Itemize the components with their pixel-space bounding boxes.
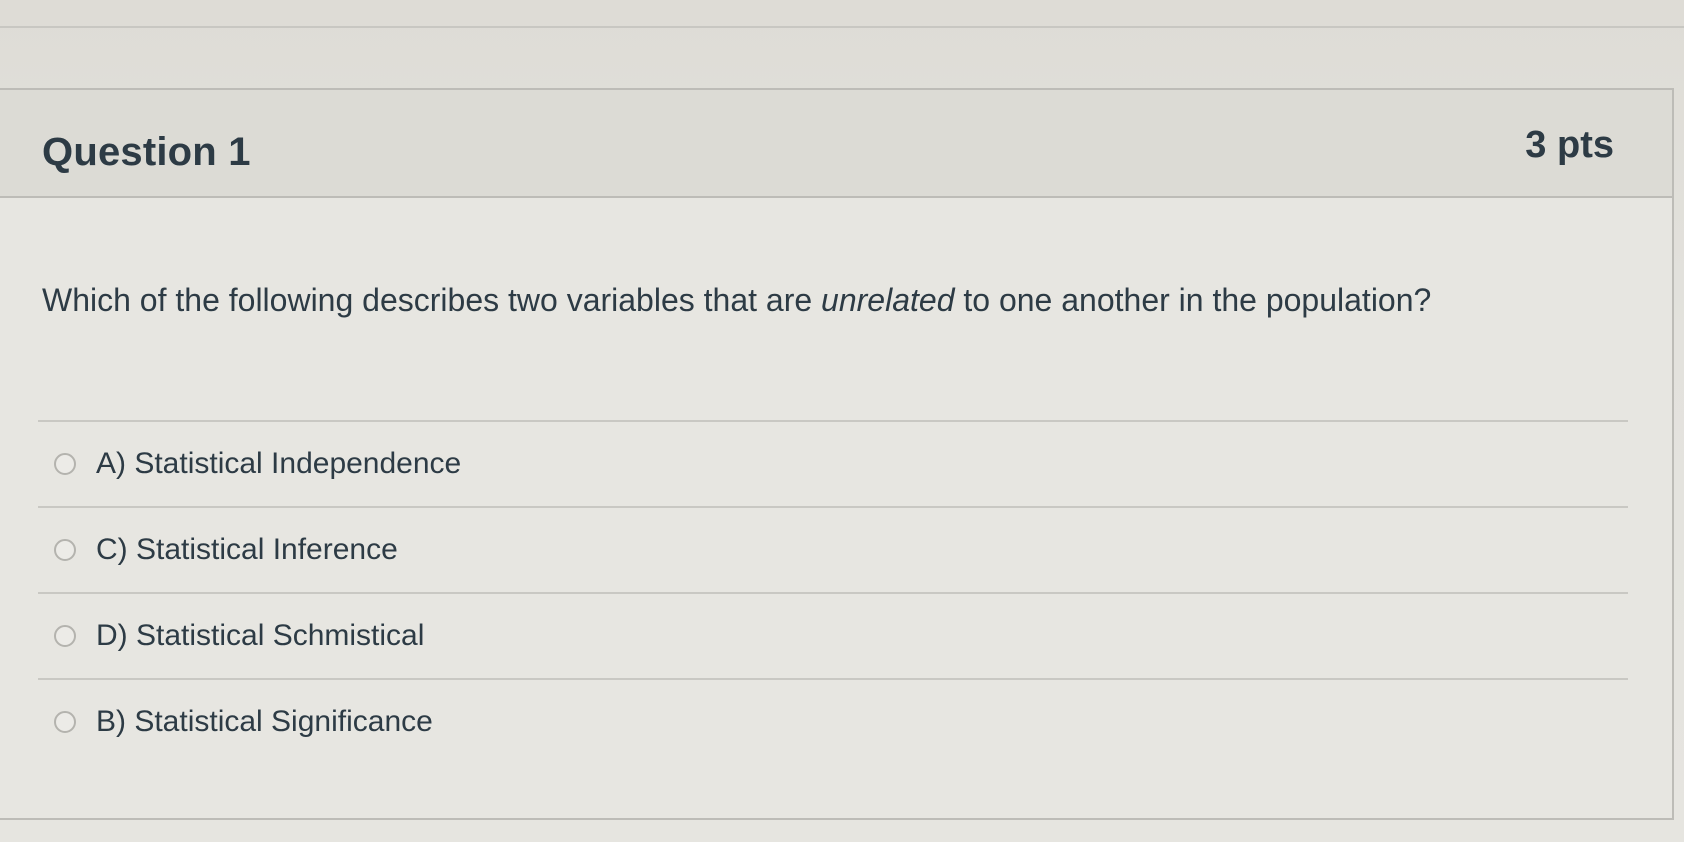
answer-label[interactable]: B) Statistical Significance [96, 705, 433, 739]
question-text-before: Which of the following describes two var… [42, 282, 822, 318]
radio-button[interactable] [54, 539, 76, 561]
answer-label[interactable]: C) Statistical Inference [96, 533, 398, 567]
answer-option[interactable]: D) Statistical Schmistical [38, 592, 1628, 678]
answer-option[interactable]: C) Statistical Inference [38, 506, 1628, 592]
question-text: Which of the following describes two var… [42, 270, 1462, 330]
question-text-after: to one another in the population? [954, 282, 1432, 318]
question-points: 3 pts [1525, 124, 1614, 166]
answer-label[interactable]: A) Statistical Independence [96, 447, 461, 481]
radio-button[interactable] [54, 453, 76, 475]
radio-button[interactable] [54, 711, 76, 733]
question-header: Question 1 3 pts [0, 90, 1672, 198]
question-title: Question 1 [42, 130, 251, 174]
answer-list: A) Statistical Independence C) Statistic… [38, 420, 1628, 764]
answer-label[interactable]: D) Statistical Schmistical [96, 619, 424, 653]
radio-button[interactable] [54, 625, 76, 647]
question-text-emphasis: unrelated [821, 282, 955, 318]
answer-option[interactable]: A) Statistical Independence [38, 420, 1628, 506]
divider [0, 26, 1684, 28]
question-card: Question 1 3 pts Which of the following … [0, 88, 1674, 820]
quiz-page: Question 1 3 pts Which of the following … [0, 0, 1684, 842]
answer-option[interactable]: B) Statistical Significance [38, 678, 1628, 764]
